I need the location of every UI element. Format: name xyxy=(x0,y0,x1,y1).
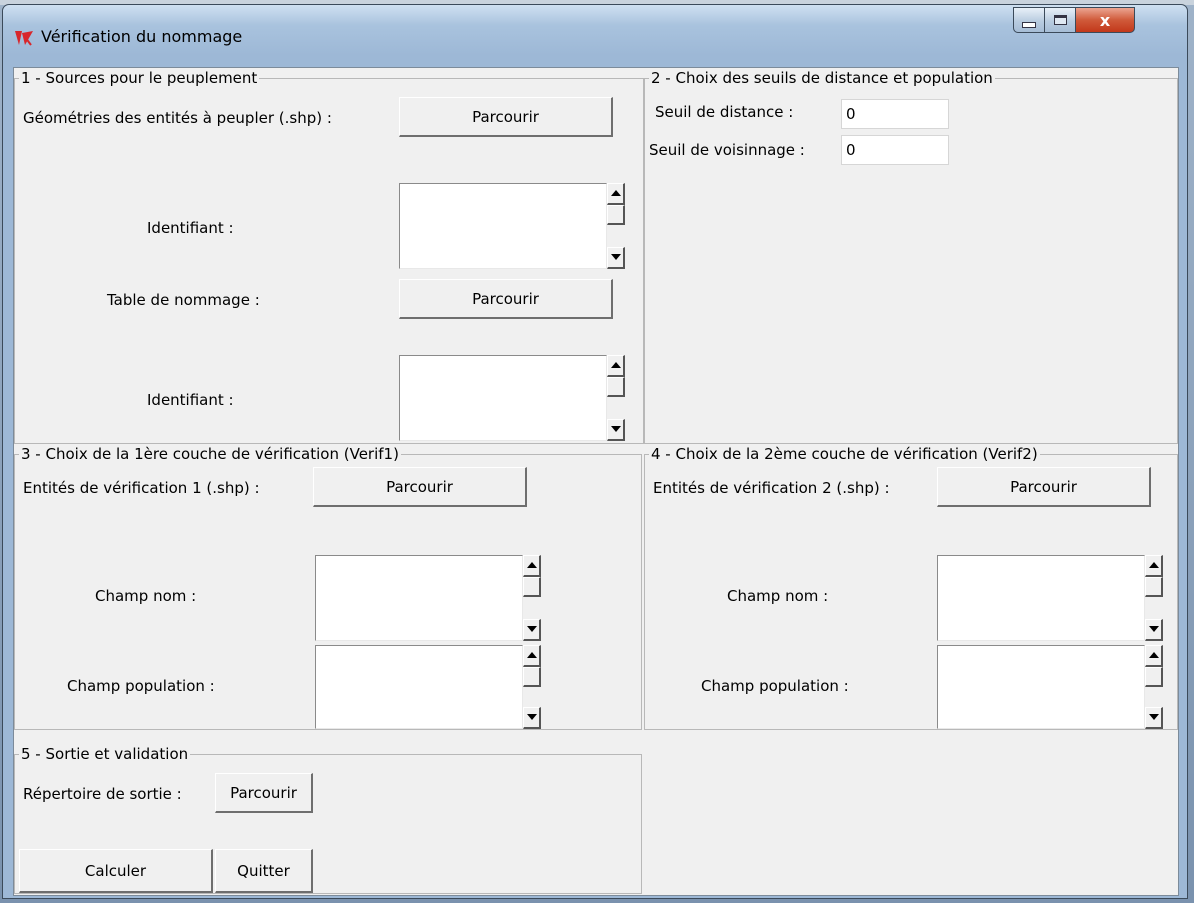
scroll-down-button[interactable] xyxy=(607,247,625,269)
scroll-down-button[interactable] xyxy=(523,619,541,641)
verif2-population-label: Champ population : xyxy=(701,677,849,695)
group-sortie: 5 - Sortie et validation Répertoire de s… xyxy=(14,745,642,894)
verif2-population-scrollbar[interactable] xyxy=(1145,645,1163,729)
group-sources-title: 1 - Sources pour le peuplement xyxy=(19,69,260,87)
scroll-up-button[interactable] xyxy=(523,555,541,577)
scroll-up-icon xyxy=(611,362,621,368)
client-area: 1 - Sources pour le peuplement Géométrie… xyxy=(13,67,1179,896)
group-verif2: 4 - Choix de la 2ème couche de vérificat… xyxy=(644,445,1178,730)
identifiant-1-listbox[interactable] xyxy=(399,183,607,269)
scroll-up-button[interactable] xyxy=(1145,645,1163,667)
group-seuils: 2 - Choix des seuils de distance et popu… xyxy=(644,69,1178,444)
minimize-button[interactable] xyxy=(1013,7,1045,33)
tk-feather-icon xyxy=(15,31,33,46)
identifiant-2-listbox[interactable] xyxy=(399,355,607,441)
app-window: Vérification du nommage x 1 - Sources po… xyxy=(2,4,1188,899)
scroll-down-icon xyxy=(527,626,537,632)
verif1-browse-button[interactable]: Parcourir xyxy=(313,467,527,507)
verif2-browse-button[interactable]: Parcourir xyxy=(937,467,1151,507)
scroll-up-button[interactable] xyxy=(523,645,541,667)
scroll-thumb[interactable] xyxy=(607,377,625,397)
scroll-up-button[interactable] xyxy=(607,183,625,205)
verif1-population-scrollbar[interactable] xyxy=(523,645,541,729)
identifiant-2-scrollbar[interactable] xyxy=(607,355,625,441)
seuil-voisinage-label: Seuil de voisinnage : xyxy=(649,141,805,159)
scroll-thumb[interactable] xyxy=(607,205,625,225)
scroll-thumb[interactable] xyxy=(523,667,541,687)
quitter-button[interactable]: Quitter xyxy=(215,849,313,893)
geometries-browse-button[interactable]: Parcourir xyxy=(399,97,613,137)
verif2-nom-label: Champ nom : xyxy=(727,587,829,605)
identifiant-2-label: Identifiant : xyxy=(147,391,234,409)
geometries-label: Géométries des entités à peupler (.shp) … xyxy=(23,109,332,127)
identifiant-1-label: Identifiant : xyxy=(147,219,234,237)
close-button[interactable]: x xyxy=(1075,7,1135,33)
minimize-icon xyxy=(1022,22,1036,28)
calculer-button[interactable]: Calculer xyxy=(19,849,213,893)
title-bar[interactable]: Vérification du nommage x xyxy=(3,5,1187,65)
group-verif1-title: 3 - Choix de la 1ère couche de vérificat… xyxy=(19,445,401,463)
scroll-down-icon xyxy=(611,426,621,432)
sortie-label: Répertoire de sortie : xyxy=(23,785,182,803)
maximize-icon xyxy=(1053,15,1067,25)
group-sources: 1 - Sources pour le peuplement Géométrie… xyxy=(14,69,644,444)
scroll-down-icon xyxy=(611,254,621,260)
seuil-voisinage-input[interactable]: 0 xyxy=(841,135,949,165)
verif2-nom-listbox[interactable] xyxy=(937,555,1145,641)
scroll-down-icon xyxy=(527,714,537,720)
scroll-up-button[interactable] xyxy=(607,355,625,377)
verif1-nom-scrollbar[interactable] xyxy=(523,555,541,641)
scroll-down-icon xyxy=(1149,626,1159,632)
verif1-population-label: Champ population : xyxy=(67,677,215,695)
verif1-nom-listbox[interactable] xyxy=(315,555,523,641)
seuil-distance-label: Seuil de distance : xyxy=(655,103,794,121)
scroll-thumb[interactable] xyxy=(523,577,541,597)
scroll-down-button[interactable] xyxy=(1145,707,1163,729)
scroll-down-icon xyxy=(1149,714,1159,720)
scroll-down-button[interactable] xyxy=(1145,619,1163,641)
table-nommage-browse-button[interactable]: Parcourir xyxy=(399,279,613,319)
scroll-up-button[interactable] xyxy=(1145,555,1163,577)
group-sortie-title: 5 - Sortie et validation xyxy=(19,745,191,763)
close-icon: x xyxy=(1099,10,1111,30)
scroll-up-icon xyxy=(527,652,537,658)
sortie-browse-button[interactable]: Parcourir xyxy=(215,773,313,813)
group-seuils-title: 2 - Choix des seuils de distance et popu… xyxy=(649,69,995,87)
verif1-nom-label: Champ nom : xyxy=(95,587,197,605)
seuil-distance-input[interactable]: 0 xyxy=(841,99,949,129)
maximize-button[interactable] xyxy=(1044,7,1076,33)
verif2-population-listbox[interactable] xyxy=(937,645,1145,729)
scroll-up-icon xyxy=(527,562,537,568)
group-verif2-title: 4 - Choix de la 2ème couche de vérificat… xyxy=(649,445,1040,463)
identifiant-1-scrollbar[interactable] xyxy=(607,183,625,269)
scroll-up-icon xyxy=(1149,562,1159,568)
scroll-thumb[interactable] xyxy=(1145,667,1163,687)
verif2-nom-scrollbar[interactable] xyxy=(1145,555,1163,641)
table-nommage-label: Table de nommage : xyxy=(107,291,260,309)
scroll-up-icon xyxy=(1149,652,1159,658)
scroll-thumb[interactable] xyxy=(1145,577,1163,597)
verif1-entites-label: Entités de vérification 1 (.shp) : xyxy=(23,479,260,497)
group-verif1: 3 - Choix de la 1ère couche de vérificat… xyxy=(14,445,642,730)
window-title: Vérification du nommage xyxy=(41,27,243,46)
scroll-down-button[interactable] xyxy=(607,419,625,441)
scroll-up-icon xyxy=(611,190,621,196)
verif1-population-listbox[interactable] xyxy=(315,645,523,729)
verif2-entites-label: Entités de vérification 2 (.shp) : xyxy=(653,479,890,497)
scroll-down-button[interactable] xyxy=(523,707,541,729)
